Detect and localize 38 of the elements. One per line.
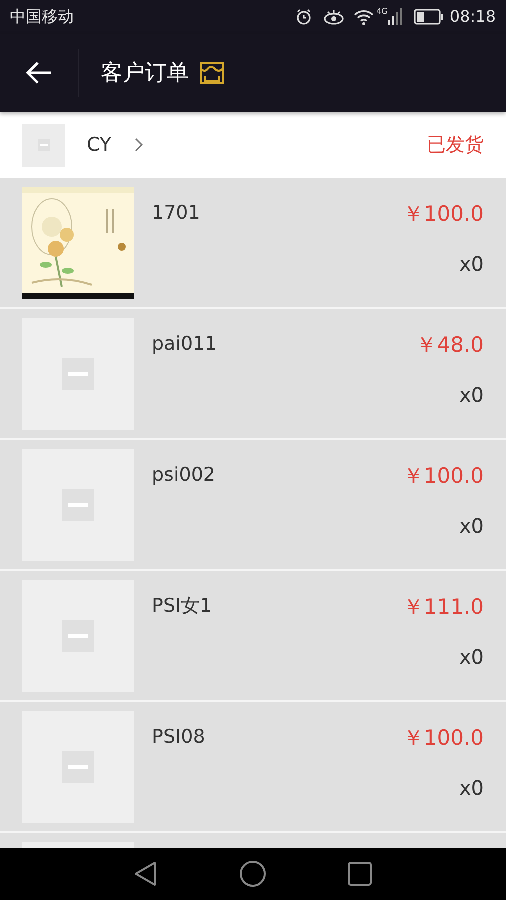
- product-name: PSI女1: [152, 594, 212, 619]
- alarm-icon: [294, 8, 313, 26]
- product-quantity: x0: [459, 644, 484, 670]
- nav-home-button[interactable]: [239, 860, 267, 888]
- image-placeholder-icon: [22, 318, 134, 430]
- shop-icon: [199, 60, 225, 86]
- carrier-name: 中国移动: [10, 6, 74, 28]
- signal-icon: [388, 8, 402, 26]
- product-name: PSI08: [152, 725, 206, 750]
- back-arrow-icon: [25, 61, 53, 85]
- product-price: ￥100.0: [402, 463, 484, 490]
- image-placeholder-icon: [22, 124, 65, 166]
- product-name: psi002: [152, 463, 216, 488]
- product-quantity: x0: [459, 512, 484, 540]
- battery-icon: [414, 9, 444, 25]
- product-price: ￥111.0: [402, 594, 484, 621]
- wifi-icon: [352, 8, 375, 26]
- image-placeholder-icon: [22, 711, 134, 823]
- image-placeholder-icon: [22, 449, 134, 561]
- nav-back-button[interactable]: [133, 860, 159, 888]
- customer-row[interactable]: CY 已发货: [0, 112, 506, 178]
- product-name: pai011: [152, 332, 218, 357]
- network-type: 4G: [376, 8, 388, 16]
- order-status: 已发货: [427, 132, 484, 158]
- customer-name: CY: [87, 132, 112, 158]
- clock-time: 08:18: [450, 6, 496, 28]
- product-name: 1701: [152, 201, 200, 226]
- product-quantity: x0: [459, 382, 484, 408]
- product-price: ￥100.0: [402, 201, 484, 228]
- product-price: ￥48.0: [416, 332, 484, 359]
- image-placeholder-icon: [22, 580, 134, 692]
- nav-recents-button[interactable]: [347, 861, 373, 887]
- product-quantity: x0: [459, 250, 484, 278]
- product-quantity: x0: [459, 774, 484, 802]
- chevron-right-icon: [134, 137, 144, 153]
- product-price: ￥100.0: [402, 725, 484, 752]
- page-title: 客户订单: [101, 60, 189, 88]
- eye-icon: [322, 8, 345, 26]
